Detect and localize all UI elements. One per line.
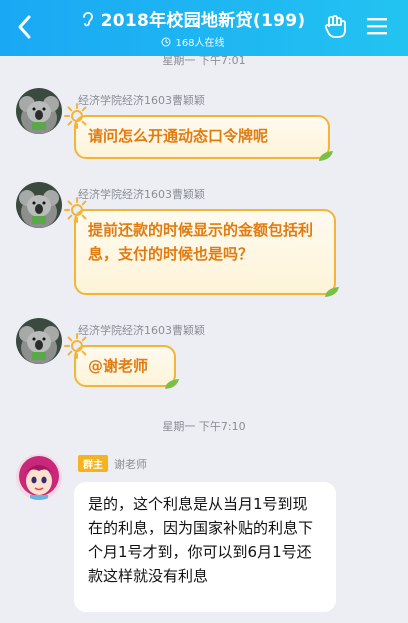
avatar[interactable] [16,318,62,364]
chat-title: 2018年校园地新贷(199) [100,11,306,31]
ear-icon [81,10,95,27]
message-text: 提前还款的时候显示的金额包括利息，支付的时候也是吗？ [88,221,314,263]
message-text: @谢老师 [88,357,149,375]
chat-title-area[interactable]: 2018年校园地新贷(199) 168人在线 [70,6,316,49]
leaf-decoration-icon [325,287,339,297]
menu-button[interactable] [366,16,388,36]
message-bubble[interactable]: 是的，这个利息是从当月1号到现在的利息，因为国家补贴的利息下个月1号才到，你可以… [74,482,336,612]
hamburger-icon [367,18,387,35]
owner-badge: 群主 [78,455,108,472]
leaf-decoration-icon [319,151,333,161]
avatar[interactable] [16,182,62,228]
time-divider: 星期一 下午7:10 [162,420,246,433]
clock-icon [161,37,171,47]
online-count: 168人在线 [175,38,225,49]
avatar[interactable] [16,88,62,134]
leaf-decoration-icon [165,379,179,389]
sun-decoration-icon [64,333,90,359]
chat-header: 2018年校园地新贷(199) 168人在线 [0,0,408,56]
time-divider: 星期一 下午7:01 [162,54,246,67]
sender-name: 经济学院经济1603曹颖颖 [78,324,205,337]
sender-name: 经济学院经济1603曹颖颖 [78,94,205,107]
sun-decoration-icon [64,197,90,223]
sender-name: 经济学院经济1603曹颖颖 [78,188,205,201]
sender-line: 群主 谢老师 [78,455,147,472]
message-text: 请问怎么开通动态口令牌呢 [88,127,269,145]
hand-gesture-icon [324,15,346,38]
hand-gesture-button[interactable] [324,14,348,40]
sun-decoration-icon [64,103,90,129]
message-bubble[interactable]: @谢老师 [64,333,179,389]
avatar[interactable] [16,454,62,500]
message-bubble[interactable]: 请问怎么开通动态口令牌呢 [64,103,333,161]
back-button[interactable] [8,10,40,44]
chevron-left-icon [18,15,31,39]
message-bubble[interactable]: 提前还款的时候显示的金额包括利息，支付的时候也是吗？ [64,197,339,297]
message-text: 是的，这个利息是从当月1号到现在的利息，因为国家补贴的利息下个月1号才到，你可以… [88,495,314,585]
sender-name: 谢老师 [114,458,147,471]
